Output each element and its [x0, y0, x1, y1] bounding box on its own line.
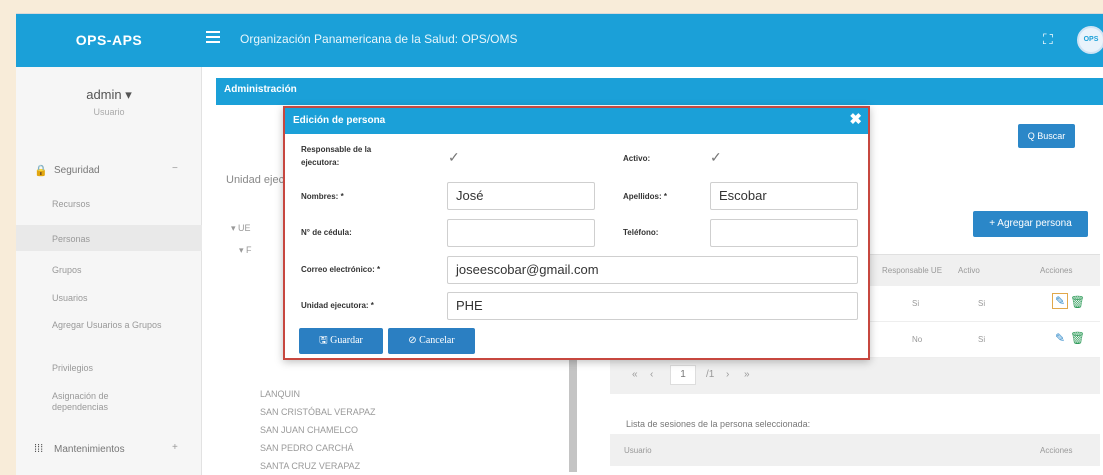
- next-page-button[interactable]: ›: [726, 369, 729, 380]
- telefono-label: Teléfono:: [623, 228, 659, 237]
- column-header-activo[interactable]: Activo: [958, 266, 980, 275]
- activo-label: Activo:: [623, 154, 651, 163]
- sessions-table-header: Usuario Acciones: [610, 434, 1100, 466]
- search-button[interactable]: Q Buscar: [1018, 124, 1075, 148]
- edit-icon[interactable]: ✎: [1052, 293, 1069, 309]
- cancel-button[interactable]: ⊘ Cancelar: [388, 328, 475, 354]
- close-icon[interactable]: ✖: [849, 112, 862, 128]
- lock-icon: 🔒: [34, 165, 48, 177]
- nombres-label: Nombres: *: [301, 192, 344, 201]
- panel-title: Administración: [216, 78, 1103, 105]
- column-header-usuario[interactable]: Usuario: [624, 446, 652, 455]
- sidebar-item-agregar-usuarios[interactable]: Agregar Usuarios a Grupos: [16, 320, 166, 331]
- prev-page-button[interactable]: ‹: [650, 369, 653, 380]
- tree-node[interactable]: SANTA CRUZ VERAPAZ: [260, 461, 360, 471]
- activo-checkbox[interactable]: ✓: [710, 149, 722, 166]
- avatar[interactable]: OPS: [1077, 26, 1103, 54]
- top-bar: OPS-APS Organización Panamericana de la …: [16, 14, 1103, 67]
- user-name-dropdown[interactable]: admin ▾: [16, 87, 202, 103]
- fullscreen-icon[interactable]: ⛶: [1043, 31, 1053, 48]
- correo-label: Correo electrónico: *: [301, 265, 381, 274]
- responsable-checkbox[interactable]: ✓: [448, 149, 460, 166]
- column-header-acciones: Acciones: [1040, 446, 1073, 455]
- collapse-icon[interactable]: −: [172, 163, 178, 174]
- tree-node[interactable]: SAN CRISTÓBAL VERAPAZ: [260, 407, 376, 417]
- last-page-button[interactable]: »: [744, 369, 750, 380]
- dialog-header: Edición de persona ✖: [285, 108, 868, 134]
- grid-icon: ⁞⁞⁞: [34, 443, 44, 455]
- sidebar-section-label: Mantenimientos: [54, 444, 125, 455]
- column-header-responsable[interactable]: Responsable UE: [882, 266, 942, 275]
- dialog-title: Edición de persona: [293, 115, 386, 126]
- email-field[interactable]: joseescobar@gmail.com: [447, 256, 858, 284]
- add-person-button[interactable]: + Agregar persona: [973, 211, 1088, 237]
- sidebar-item-personas[interactable]: Personas: [16, 225, 202, 251]
- page-total: /1: [706, 369, 715, 380]
- tree-node[interactable]: ▾ F: [239, 245, 252, 256]
- sidebar-section-seguridad[interactable]: 🔒 Seguridad −: [16, 155, 202, 185]
- nombres-field[interactable]: José: [447, 182, 595, 210]
- pagination: « ‹ 1 /1 › »: [610, 358, 1100, 394]
- organization-title: Organización Panamericana de la Salud: O…: [240, 32, 518, 46]
- tree-node[interactable]: ▾ UE: [231, 223, 251, 234]
- brand-logo[interactable]: OPS-APS: [16, 14, 202, 67]
- delete-icon[interactable]: 🗑: [1070, 295, 1085, 309]
- hamburger-menu-icon[interactable]: [206, 31, 220, 45]
- sidebar-item-grupos[interactable]: Grupos: [16, 265, 202, 275]
- app-window: OPS-APS Organización Panamericana de la …: [16, 13, 1103, 475]
- sessions-label: Lista de sesiones de la persona seleccio…: [626, 419, 811, 429]
- tree-node[interactable]: SAN PEDRO CARCHÁ: [260, 443, 354, 453]
- save-button[interactable]: 🖫 Guardar: [299, 328, 383, 354]
- cell-activo: Si: [978, 335, 986, 344]
- first-page-button[interactable]: «: [632, 369, 638, 380]
- page-number-input[interactable]: 1: [670, 365, 696, 385]
- sidebar-item-recursos[interactable]: Recursos: [16, 199, 202, 209]
- column-header-acciones: Acciones: [1040, 266, 1073, 275]
- sidebar-section-label: Seguridad: [54, 165, 100, 176]
- cell-activo: Si: [978, 299, 986, 308]
- sidebar-section-mantenimientos[interactable]: ⁞⁞⁞ Mantenimientos +: [16, 434, 202, 464]
- user-panel: admin ▾ Usuario: [16, 67, 202, 145]
- apellidos-label: Apellidos: *: [623, 192, 668, 201]
- cedula-label: N° de cédula:: [301, 228, 352, 237]
- apellidos-field[interactable]: Escobar: [710, 182, 858, 210]
- tree-node[interactable]: SAN JUAN CHAMELCO: [260, 425, 358, 435]
- edit-person-dialog: Edición de persona ✖ Responsable de la e…: [283, 106, 870, 360]
- unidad-label: Unidad ejecutora: *: [301, 301, 374, 310]
- cell-responsable: Si: [912, 299, 920, 308]
- user-role: Usuario: [93, 107, 125, 117]
- telefono-field[interactable]: [710, 219, 858, 247]
- sidebar-item-usuarios[interactable]: Usuarios: [16, 293, 202, 303]
- responsable-label: Responsable de la ejecutora:: [301, 145, 372, 167]
- sidebar-item-asignacion-dependencias[interactable]: Asignación de dependencias: [16, 391, 156, 413]
- cell-responsable: No: [912, 335, 923, 344]
- unidad-ejecutora-field[interactable]: PHE: [447, 292, 858, 320]
- sidebar: admin ▾ Usuario 🔒 Seguridad − Recursos P…: [16, 67, 202, 475]
- tree-node[interactable]: LANQUIN: [260, 389, 300, 399]
- edit-icon[interactable]: ✎: [1055, 331, 1065, 345]
- expand-icon[interactable]: +: [172, 442, 178, 453]
- cedula-field[interactable]: [447, 219, 595, 247]
- delete-icon[interactable]: 🗑: [1070, 331, 1085, 345]
- sidebar-item-privilegios[interactable]: Privilegios: [16, 363, 202, 373]
